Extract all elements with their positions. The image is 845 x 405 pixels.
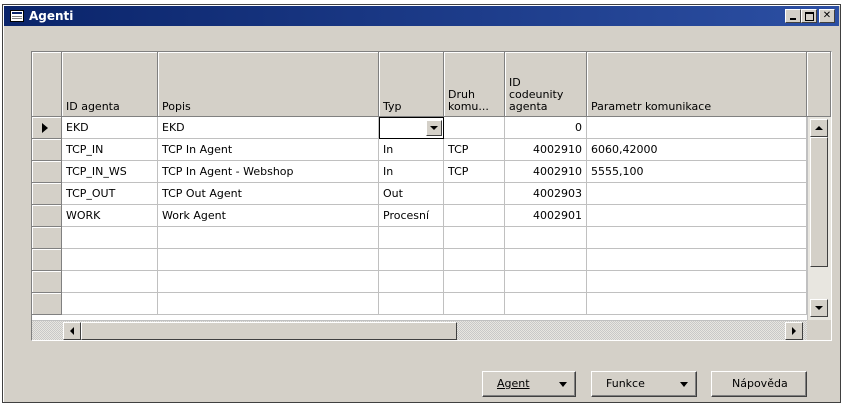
cell-codeunit[interactable] xyxy=(505,293,587,315)
cell-popis[interactable] xyxy=(158,293,379,315)
cell-typ[interactable] xyxy=(379,293,444,315)
row-selector[interactable] xyxy=(32,249,62,271)
cell-id[interactable]: TCP_OUT xyxy=(62,183,158,205)
cell-param[interactable] xyxy=(587,293,807,315)
cell-druh[interactable] xyxy=(444,227,505,249)
agenti-window: Agenti ✕ ID agenta Popis Typ Druh komu..… xyxy=(2,4,841,403)
column-header-codeunit[interactable]: ID codeunity agenta xyxy=(505,52,587,117)
cell-popis[interactable]: TCP In Agent xyxy=(158,139,379,161)
row-selector[interactable] xyxy=(32,227,62,249)
cell-druh[interactable]: TCP xyxy=(444,139,505,161)
cell-popis[interactable]: TCP In Agent - Webshop xyxy=(158,161,379,183)
cell-typ[interactable]: In xyxy=(379,139,444,161)
column-header-parametr[interactable]: Parametr komunikace xyxy=(587,52,807,117)
scroll-up-icon[interactable] xyxy=(810,119,828,137)
row-selector[interactable] xyxy=(32,183,62,205)
cell-druh[interactable] xyxy=(444,271,505,293)
column-header-druh[interactable]: Druh komu... xyxy=(444,52,505,117)
agent-menu-button[interactable]: Agent xyxy=(482,371,576,397)
cell-popis[interactable]: EKD xyxy=(158,117,379,139)
cell-popis[interactable] xyxy=(158,249,379,271)
cell-param[interactable] xyxy=(587,271,807,293)
row-selector[interactable] xyxy=(32,117,62,139)
horizontal-scroll-thumb[interactable] xyxy=(81,322,457,340)
cell-typ[interactable] xyxy=(379,227,444,249)
cell-codeunit[interactable]: 4002910 xyxy=(505,139,587,161)
funkce-menu-button[interactable]: Funkce xyxy=(591,371,697,397)
cell-param[interactable]: 6060,42000 xyxy=(587,139,807,161)
cell-codeunit[interactable]: 4002903 xyxy=(505,183,587,205)
cell-id[interactable] xyxy=(62,249,158,271)
column-header-typ[interactable]: Typ xyxy=(379,52,444,117)
cell-codeunit[interactable]: 4002901 xyxy=(505,205,587,227)
row-selector[interactable] xyxy=(32,205,62,227)
cell-id[interactable]: TCP_IN_WS xyxy=(62,161,158,183)
dropdown-arrow-icon xyxy=(559,382,567,387)
row-selector[interactable] xyxy=(32,293,62,315)
cell-popis[interactable] xyxy=(158,227,379,249)
cell-id[interactable] xyxy=(62,293,158,315)
column-header-id[interactable]: ID agenta xyxy=(62,52,158,117)
cell-codeunit[interactable] xyxy=(505,227,587,249)
cell-druh[interactable]: TCP xyxy=(444,161,505,183)
scroll-left-icon[interactable] xyxy=(63,322,81,340)
cell-typ[interactable]: Out xyxy=(379,183,444,205)
cell-typ[interactable]: Procesní xyxy=(379,205,444,227)
row-selector[interactable] xyxy=(32,161,62,183)
cell-typ[interactable]: In xyxy=(379,161,444,183)
table-icon xyxy=(10,10,24,22)
scroll-right-icon[interactable] xyxy=(785,322,803,340)
cell-druh[interactable] xyxy=(444,249,505,271)
cell-typ[interactable] xyxy=(379,117,444,139)
row-selector[interactable] xyxy=(32,271,62,293)
vertical-scroll-thumb[interactable] xyxy=(810,137,828,267)
scroll-down-icon[interactable] xyxy=(810,299,828,317)
close-icon: ✕ xyxy=(822,10,832,21)
cell-param[interactable] xyxy=(587,205,807,227)
cell-typ[interactable] xyxy=(379,249,444,271)
column-header-popis[interactable]: Popis xyxy=(158,52,379,117)
cell-popis[interactable] xyxy=(158,271,379,293)
cell-param[interactable] xyxy=(587,183,807,205)
window-title: Agenti xyxy=(29,9,74,23)
cell-typ[interactable] xyxy=(379,271,444,293)
cell-id[interactable]: WORK xyxy=(62,205,158,227)
cell-param[interactable] xyxy=(587,117,807,139)
row-selector-header xyxy=(32,52,62,117)
row-selector[interactable] xyxy=(32,139,62,161)
minimize-button[interactable] xyxy=(785,9,801,23)
header-filler xyxy=(807,52,831,117)
cell-id[interactable] xyxy=(62,227,158,249)
cell-popis[interactable]: Work Agent xyxy=(158,205,379,227)
agents-table: ID agenta Popis Typ Druh komu... ID code… xyxy=(31,51,832,341)
cell-codeunit[interactable] xyxy=(505,249,587,271)
row-pointer-icon xyxy=(42,123,48,133)
dropdown-arrow-icon xyxy=(680,382,688,387)
cell-param[interactable] xyxy=(587,227,807,249)
horizontal-scrollbar[interactable] xyxy=(32,320,807,340)
cell-druh[interactable] xyxy=(444,183,505,205)
scrollbar-corner xyxy=(807,320,831,340)
cell-param[interactable]: 5555,100 xyxy=(587,161,807,183)
cell-codeunit[interactable]: 4002910 xyxy=(505,161,587,183)
close-button[interactable]: ✕ xyxy=(819,9,835,23)
cell-codeunit[interactable] xyxy=(505,271,587,293)
cell-popis[interactable]: TCP Out Agent xyxy=(158,183,379,205)
cell-id[interactable] xyxy=(62,271,158,293)
dropdown-arrow-icon[interactable] xyxy=(426,120,442,136)
cell-id[interactable]: EKD xyxy=(62,117,158,139)
vertical-scrollbar[interactable] xyxy=(807,117,831,320)
cell-codeunit[interactable]: 0 xyxy=(505,117,587,139)
help-button[interactable]: Nápověda xyxy=(711,371,807,397)
cell-druh[interactable] xyxy=(444,205,505,227)
cell-id[interactable]: TCP_IN xyxy=(62,139,158,161)
maximize-button[interactable] xyxy=(801,9,817,23)
cell-druh[interactable] xyxy=(444,293,505,315)
title-bar[interactable]: Agenti ✕ xyxy=(4,6,839,26)
cell-param[interactable] xyxy=(587,249,807,271)
cell-druh[interactable] xyxy=(444,117,505,139)
